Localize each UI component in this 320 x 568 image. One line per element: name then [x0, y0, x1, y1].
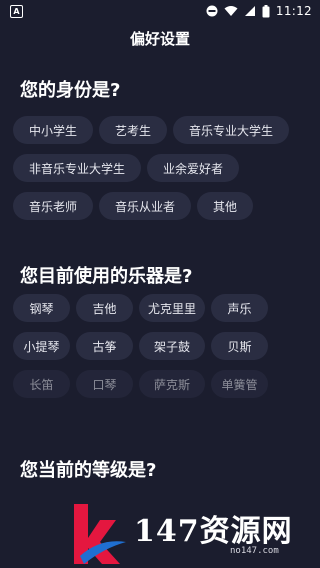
- identity-option-music-professional[interactable]: 音乐从业者: [99, 192, 192, 220]
- signal-icon: [244, 5, 256, 17]
- instrument-option-guitar[interactable]: 吉他: [76, 294, 133, 322]
- instrument-options: 钢琴 吉他 尤克里里 声乐 小提琴 古筝 架子鼓 贝斯 长笛 口琴 萨克斯 单簧…: [13, 294, 313, 408]
- identity-option-primary-secondary-student[interactable]: 中小学生: [13, 116, 94, 144]
- instrument-option-saxophone[interactable]: 萨克斯: [139, 370, 205, 398]
- identity-option-music-major[interactable]: 音乐专业大学生: [173, 116, 290, 144]
- app-notification-icon: A: [10, 4, 23, 18]
- instrument-option-flute[interactable]: 长笛: [13, 370, 70, 398]
- instrument-option-drum-kit[interactable]: 架子鼓: [139, 332, 205, 360]
- identity-options: 中小学生 艺考生 音乐专业大学生 非音乐专业大学生 业余爱好者 音乐老师 音乐从…: [13, 116, 313, 230]
- instrument-option-harmonica[interactable]: 口琴: [76, 370, 133, 398]
- instrument-option-ukulele[interactable]: 尤克里里: [139, 294, 205, 322]
- identity-option-hobbyist[interactable]: 业余爱好者: [147, 154, 240, 182]
- status-left: A: [10, 4, 23, 18]
- instrument-option-clarinet[interactable]: 单簧管: [211, 370, 268, 398]
- instrument-question: 您目前使用的乐器是?: [20, 266, 193, 287]
- clock: 11:12: [275, 4, 312, 18]
- instrument-option-piano[interactable]: 钢琴: [13, 294, 70, 322]
- instrument-option-vocal[interactable]: 声乐: [211, 294, 268, 322]
- wifi-icon: [224, 5, 238, 17]
- identity-option-music-teacher[interactable]: 音乐老师: [13, 192, 94, 220]
- watermark-logo-icon: [74, 504, 126, 564]
- preferences-screen: A 11:12 偏好设置 您的身份是? 中小学生 艺考生 音乐专业大学生 非音乐…: [0, 0, 320, 568]
- instrument-option-violin[interactable]: 小提琴: [13, 332, 70, 360]
- instrument-row: 长笛 口琴 萨克斯 单簧管: [13, 370, 313, 398]
- status-bar: A 11:12: [0, 0, 320, 22]
- identity-row: 中小学生 艺考生 音乐专业大学生: [13, 116, 313, 144]
- identity-option-art-exam-student[interactable]: 艺考生: [99, 116, 168, 144]
- battery-icon: [262, 4, 270, 18]
- identity-question: 您的身份是?: [20, 80, 121, 101]
- instrument-option-guzheng[interactable]: 古筝: [76, 332, 133, 360]
- watermark-brand: 147资源网: [134, 514, 293, 549]
- do-not-disturb-icon: [206, 5, 218, 17]
- status-right: 11:12: [206, 4, 312, 18]
- watermark-url: no147.com: [230, 546, 279, 556]
- instrument-option-bass[interactable]: 贝斯: [211, 332, 268, 360]
- instrument-row: 小提琴 古筝 架子鼓 贝斯: [13, 332, 313, 360]
- instrument-row: 钢琴 吉他 尤克里里 声乐: [13, 294, 313, 322]
- identity-option-other[interactable]: 其他: [197, 192, 254, 220]
- identity-option-non-music-major[interactable]: 非音乐专业大学生: [13, 154, 142, 182]
- identity-row: 音乐老师 音乐从业者 其他: [13, 192, 313, 220]
- site-watermark: 147资源网 no147.com: [70, 498, 320, 568]
- level-question: 您当前的等级是?: [20, 460, 157, 481]
- page-title: 偏好设置: [129, 30, 190, 48]
- identity-row: 非音乐专业大学生 业余爱好者: [13, 154, 313, 182]
